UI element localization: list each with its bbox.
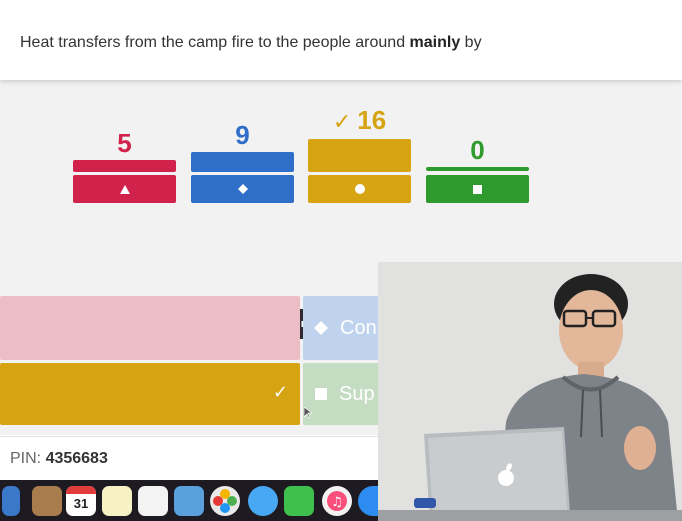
result-bar-square: 0 <box>426 135 529 203</box>
answer-label-square: Sup <box>339 382 375 405</box>
result-count-circle: ✓ 16 <box>308 105 411 136</box>
facetime-icon[interactable] <box>284 486 314 516</box>
answer-tile-triangle[interactable] <box>0 296 300 360</box>
game-pin: PIN: 4356683 <box>10 450 108 468</box>
maps-icon[interactable] <box>174 486 204 516</box>
music-icon[interactable]: ♫ <box>322 486 352 516</box>
square-icon <box>315 388 327 400</box>
photos-icon[interactable] <box>210 486 240 516</box>
result-bar-base-diamond <box>191 175 294 203</box>
result-bar-fill-triangle <box>73 160 176 172</box>
answer-tile-circle[interactable]: ✓ <box>0 363 300 425</box>
square-icon <box>473 184 482 194</box>
result-bar-fill-diamond <box>191 152 294 172</box>
result-bar-base-square <box>426 175 529 203</box>
question-header: Heat transfers from the camp fire to the… <box>0 0 682 80</box>
correct-check-icon: ✓ <box>332 109 352 134</box>
result-count-square: 0 <box>470 135 485 165</box>
question-text: Heat transfers from the camp fire to the… <box>20 34 482 52</box>
result-bar-fill-circle <box>308 139 411 172</box>
mouse-cursor-icon <box>304 407 312 419</box>
answer-label-diamond: Con <box>340 316 377 339</box>
calendar-icon[interactable]: 31 <box>66 486 96 516</box>
music-note-icon: ♫ <box>327 491 347 511</box>
pin-value: 4356683 <box>45 450 108 467</box>
photos-flower-icon <box>213 489 237 513</box>
webcam-overlay <box>378 262 682 521</box>
diamond-icon <box>237 184 248 194</box>
result-bar-base-circle <box>308 175 411 203</box>
pin-label: PIN: <box>10 450 46 467</box>
correct-check-icon: ✓ <box>272 382 288 402</box>
presenter-video <box>378 262 682 521</box>
question-text-start: Heat transfers from the camp fire to the… <box>20 34 410 51</box>
calendar-day: 31 <box>73 496 89 511</box>
contacts-icon[interactable] <box>32 486 62 516</box>
result-bar-circle: ✓ 16 <box>308 105 411 203</box>
question-text-bold: mainly <box>409 34 461 51</box>
diamond-icon <box>314 321 328 335</box>
result-bar-diamond: 9 <box>191 120 294 203</box>
reminders-icon[interactable] <box>138 486 168 516</box>
result-bar-fill-square <box>426 167 529 171</box>
app-store-icon[interactable] <box>358 486 378 516</box>
svg-text:♫: ♫ <box>331 495 343 510</box>
result-count-circle-value: 16 <box>357 105 387 135</box>
result-bar-base-triangle <box>73 175 176 203</box>
circle-icon <box>354 184 365 194</box>
result-count-diamond: 9 <box>235 120 250 150</box>
result-bar-triangle: 5 <box>73 120 176 203</box>
finder-icon[interactable] <box>2 486 20 516</box>
result-count-triangle: 5 <box>117 128 132 158</box>
messages-icon[interactable] <box>248 486 278 516</box>
triangle-icon <box>119 184 130 194</box>
notes-icon[interactable] <box>102 486 132 516</box>
question-text-end: by <box>460 34 482 51</box>
presentation-frame: Heat transfers from the camp fire to the… <box>0 0 682 521</box>
